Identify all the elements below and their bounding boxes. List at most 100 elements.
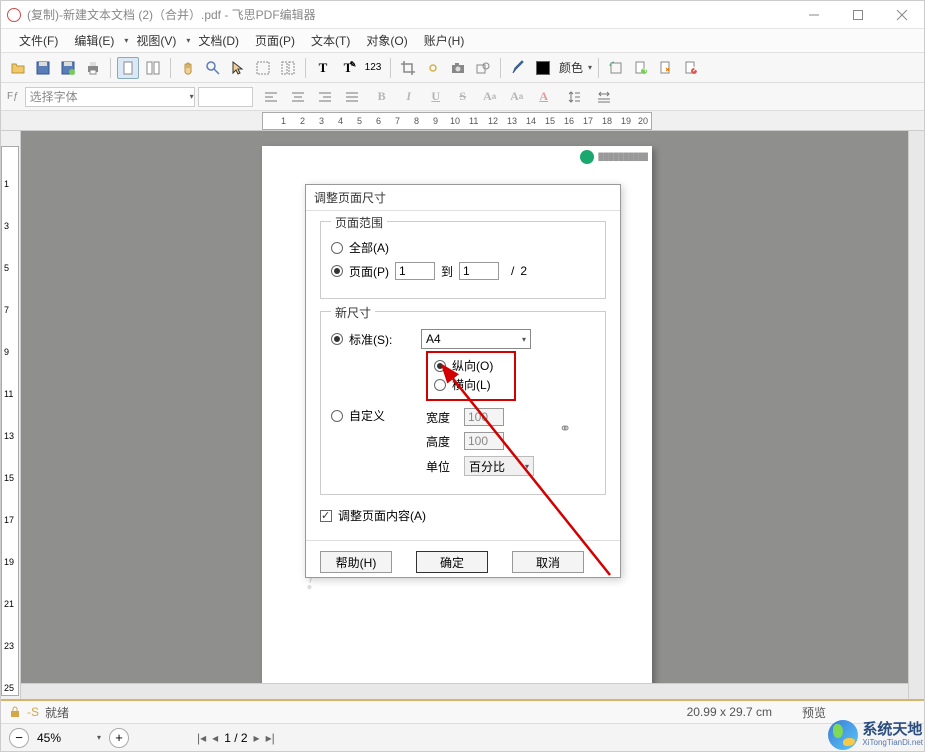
camera-button[interactable] (447, 57, 469, 79)
page-from-input[interactable] (395, 262, 435, 280)
help-button[interactable]: 帮助(H) (320, 551, 392, 573)
brush-button[interactable] (507, 57, 529, 79)
close-button[interactable] (880, 1, 924, 29)
page-next-button[interactable]: ▸ (254, 731, 260, 745)
radio-portrait[interactable] (434, 360, 446, 372)
italic-button[interactable]: I (397, 86, 421, 108)
page-indicator[interactable]: 1 / 2 (224, 731, 247, 745)
radio-all-pages[interactable] (331, 242, 343, 254)
link-dimensions-icon[interactable]: ⚭ (559, 420, 571, 437)
shape-button[interactable] (472, 57, 494, 79)
width-input[interactable] (464, 408, 504, 426)
globe-icon (828, 720, 858, 750)
minimize-button[interactable] (792, 1, 836, 29)
color-fill-button[interactable] (532, 57, 554, 79)
size-selector[interactable] (198, 87, 253, 107)
font-selector[interactable]: 选择字体▾ (25, 87, 195, 107)
page-insert-button[interactable]: + (630, 57, 652, 79)
cancel-button[interactable]: 取消 (512, 551, 584, 573)
select-tool-button[interactable] (227, 57, 249, 79)
subscript-button[interactable]: Aa (505, 86, 529, 108)
toolbar-main: T T✎ 123 颜色 ▾ + × (1, 53, 924, 83)
text-vertical-button[interactable]: 123 (362, 57, 384, 79)
font-color-button[interactable]: A (532, 86, 556, 108)
align-center-button[interactable] (286, 86, 310, 108)
menu-edit[interactable]: 编辑(E) (66, 29, 122, 52)
hand-tool-button[interactable] (177, 57, 199, 79)
menu-text[interactable]: 文本(T) (303, 29, 358, 52)
save-as-button[interactable] (57, 57, 79, 79)
menubar: 文件(F) 编辑(E) ▾ 视图(V) ▾ 文档(D) 页面(P) 文本(T) … (1, 29, 924, 53)
paper-size-select[interactable]: A4 ▾ (421, 329, 531, 349)
checkbox-adjust-content[interactable] (320, 510, 332, 522)
rotate-left-button[interactable] (605, 57, 627, 79)
separator (598, 58, 599, 78)
unit-select[interactable]: 百分比 ▾ (464, 456, 534, 476)
scrollbar-horizontal[interactable] (21, 683, 908, 699)
menu-account[interactable]: 账户(H) (416, 29, 473, 52)
chevron-down-icon: ▾ (522, 335, 526, 344)
align-right-button[interactable] (313, 86, 337, 108)
radio-custom[interactable] (331, 410, 343, 422)
page-watermark: ██████████ (580, 150, 648, 164)
print-button[interactable] (82, 57, 104, 79)
page-last-button[interactable]: ▸| (266, 731, 275, 745)
zoom-tool-button[interactable] (202, 57, 224, 79)
text-button[interactable]: T (312, 57, 334, 79)
page-sep: / (511, 264, 514, 278)
bold-button[interactable]: B (370, 86, 394, 108)
label-portrait: 纵向(O) (452, 357, 493, 374)
radio-page-range[interactable] (331, 265, 343, 277)
chevron-down-icon[interactable]: ▾ (588, 63, 592, 72)
ruler-vertical: 1357911131517192123252729 (1, 131, 21, 699)
marquee-tool-button[interactable] (252, 57, 274, 79)
zoom-out-button[interactable]: − (9, 728, 29, 748)
zoom-level[interactable]: 45% (37, 731, 87, 745)
page-extract-button[interactable] (655, 57, 677, 79)
menu-file[interactable]: 文件(F) (11, 29, 66, 52)
label-page-range: 页面(P) (349, 263, 389, 280)
superscript-button[interactable]: Aa (478, 86, 502, 108)
underline-button[interactable]: U (424, 86, 448, 108)
fieldset-legend: 页面范围 (331, 214, 387, 231)
radio-landscape[interactable] (434, 379, 446, 391)
menu-doc[interactable]: 文档(D) (190, 29, 247, 52)
page-navigation: |◂ ◂ 1 / 2 ▸ ▸| (197, 731, 275, 745)
page-to-input[interactable] (459, 262, 499, 280)
link-button[interactable] (422, 57, 444, 79)
radio-standard[interactable] (331, 333, 343, 345)
status-preview[interactable]: 预览 (802, 704, 826, 721)
status-ready: 就绪 (45, 704, 69, 721)
page-prev-button[interactable]: ◂ (212, 731, 218, 745)
page-delete-button[interactable]: × (680, 57, 702, 79)
menu-view[interactable]: 视图(V) (128, 29, 184, 52)
line-spacing-button[interactable] (562, 86, 586, 108)
text-edit-button[interactable]: T✎ (337, 57, 359, 79)
strikethrough-button[interactable]: S (451, 86, 475, 108)
color-swatch (536, 61, 550, 75)
ok-button[interactable]: 确定 (416, 551, 488, 573)
column-select-button[interactable] (277, 57, 299, 79)
window-title: (复制)-新建文本文档 (2)（合并）.pdf - 飞思PDF编辑器 (27, 6, 792, 23)
label-to: 到 (441, 263, 453, 280)
menu-object[interactable]: 对象(O) (358, 29, 415, 52)
separator (170, 58, 171, 78)
align-justify-button[interactable] (340, 86, 364, 108)
zoom-in-button[interactable]: + (109, 728, 129, 748)
page-first-button[interactable]: |◂ (197, 731, 206, 745)
scrollbar-vertical[interactable] (908, 131, 924, 699)
svg-text:+: + (642, 62, 649, 76)
doc-layout-2-button[interactable] (142, 57, 164, 79)
fieldset-new-size: 新尺寸 标准(S): A4 ▾ 纵向(O) (320, 311, 606, 495)
open-button[interactable] (7, 57, 29, 79)
char-spacing-button[interactable] (592, 86, 616, 108)
align-left-button[interactable] (259, 86, 283, 108)
crop-button[interactable] (397, 57, 419, 79)
maximize-button[interactable] (836, 1, 880, 29)
chevron-down-icon[interactable]: ▾ (97, 733, 101, 742)
save-button[interactable] (32, 57, 54, 79)
page-total: 2 (520, 264, 527, 278)
menu-page[interactable]: 页面(P) (247, 29, 303, 52)
doc-layout-1-button[interactable] (117, 57, 139, 79)
height-input[interactable] (464, 432, 504, 450)
